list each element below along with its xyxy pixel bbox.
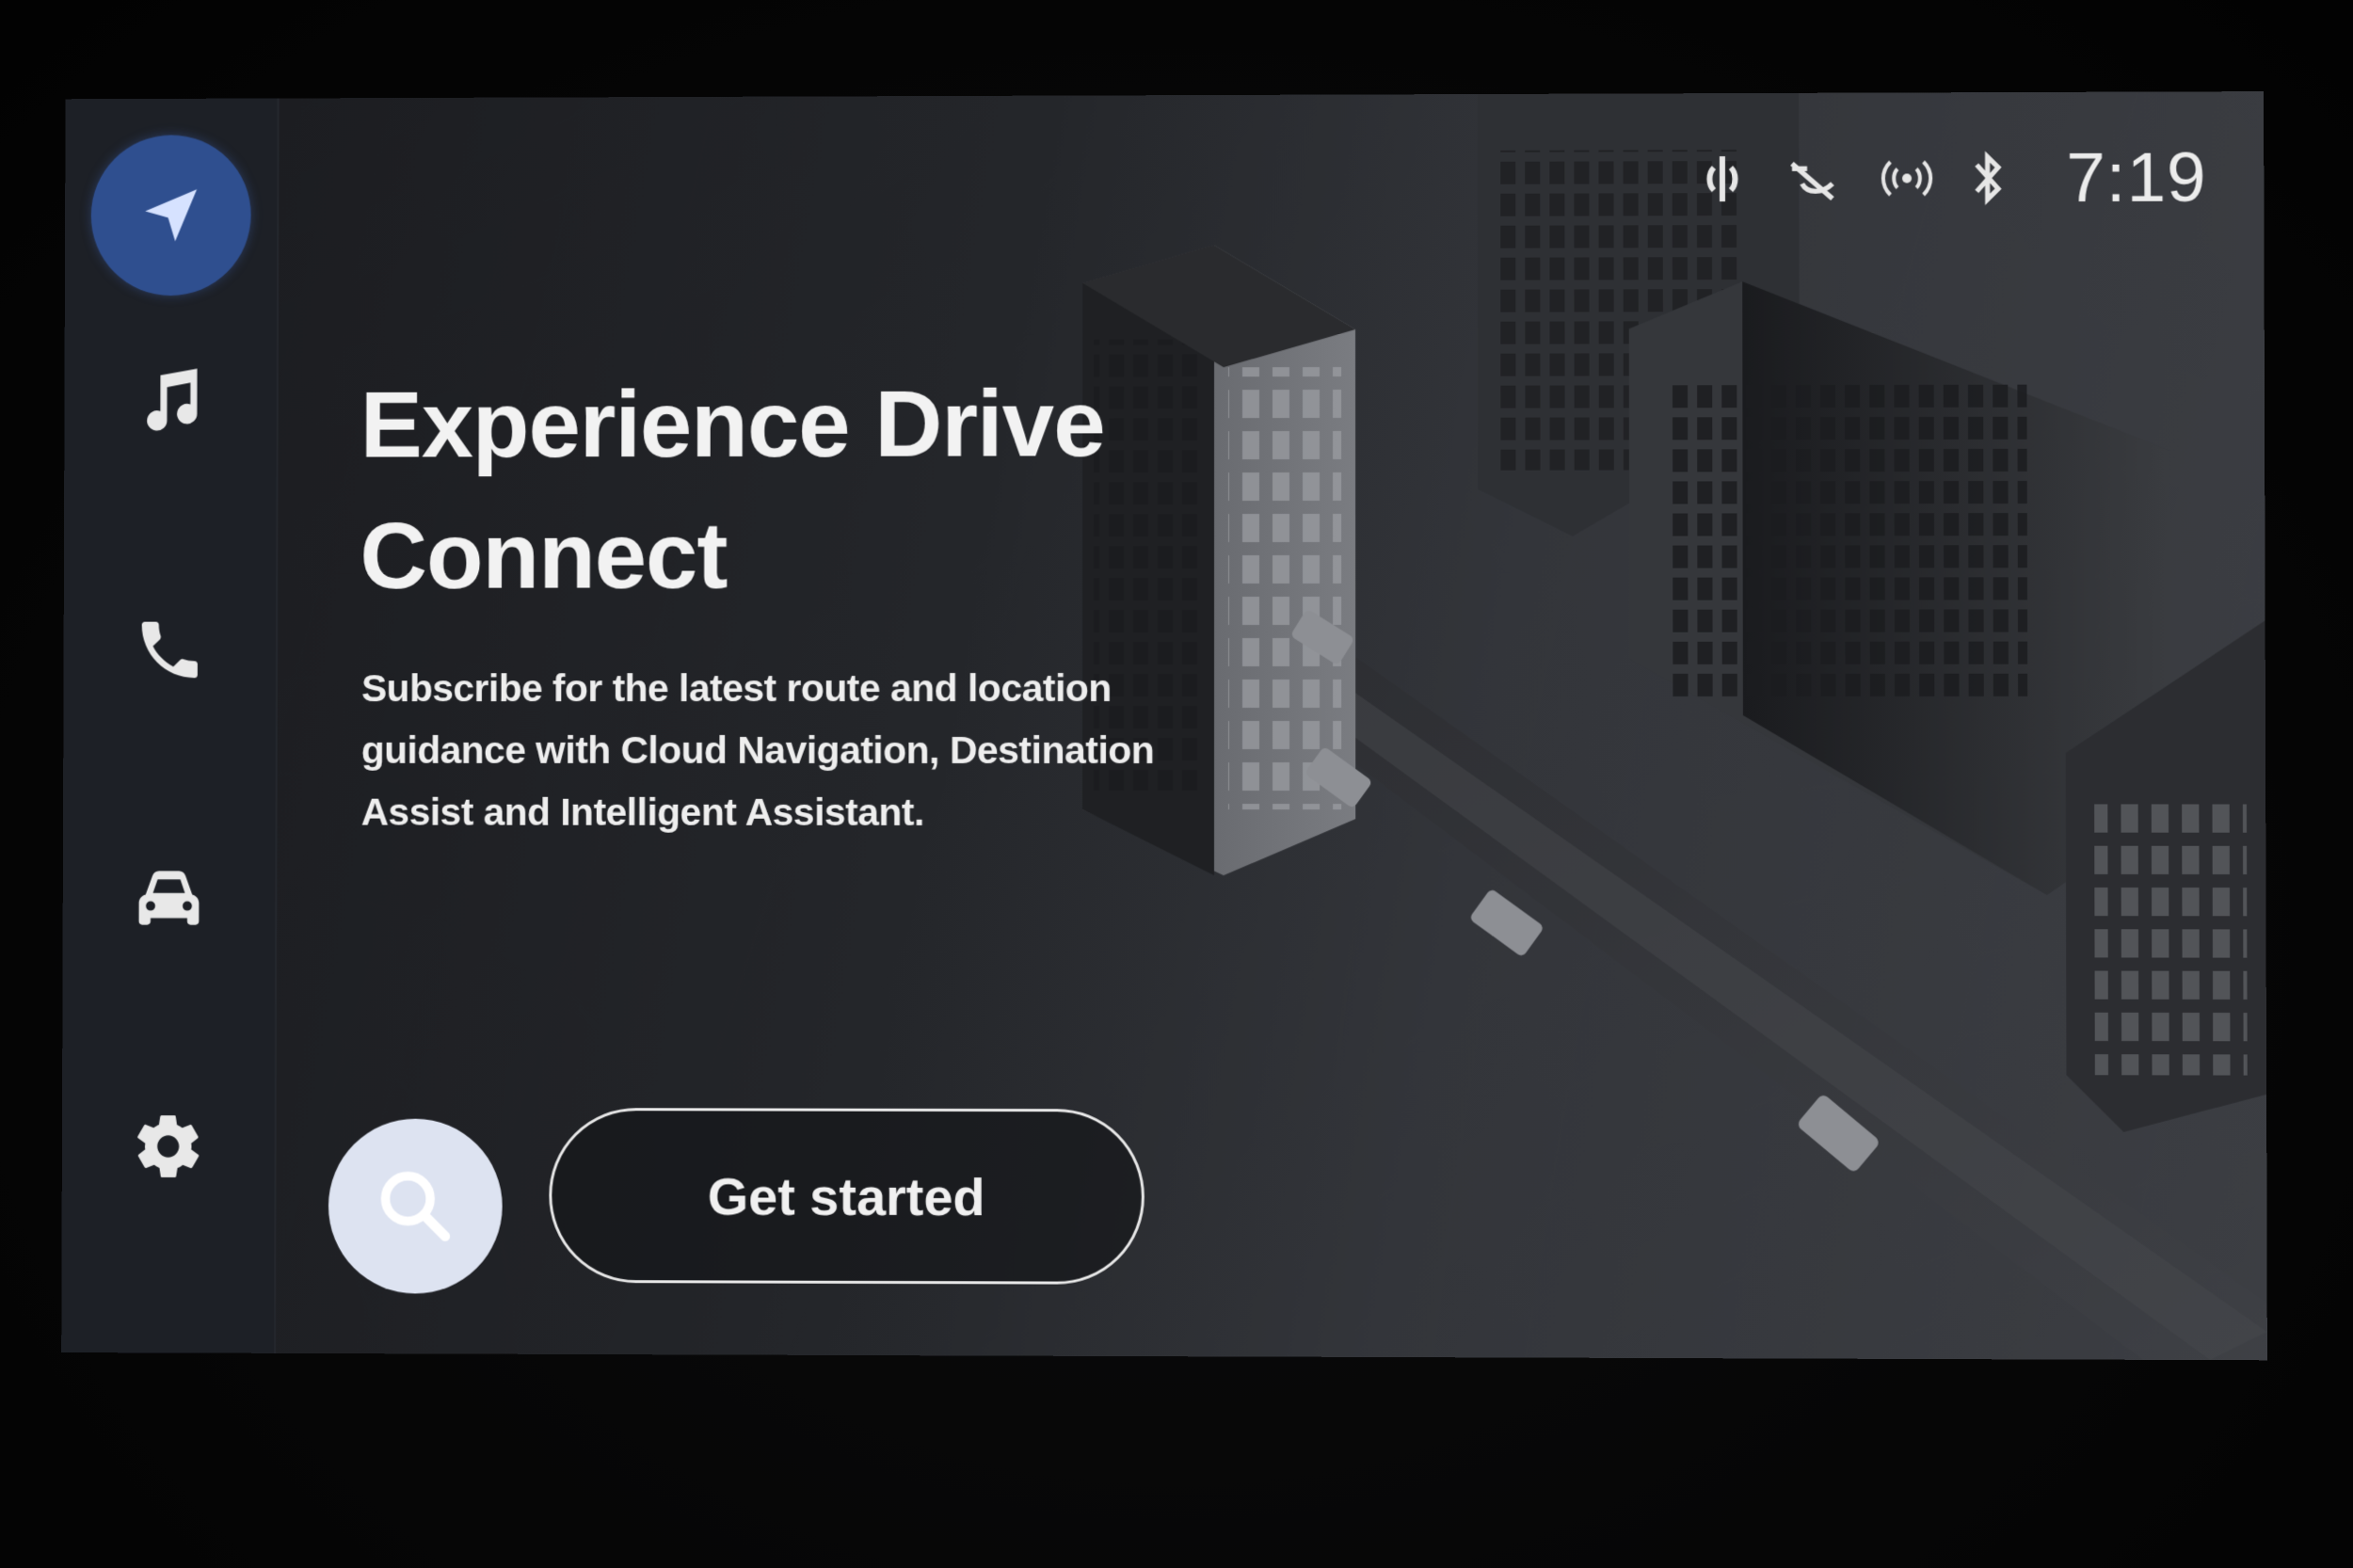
sidebar-item-phone[interactable] (63, 570, 276, 729)
gear-icon (131, 1109, 205, 1184)
get-started-button[interactable]: Get started (549, 1108, 1144, 1285)
page-title: Experience Drive Connect (360, 358, 1203, 621)
navigation-arrow-icon (136, 181, 205, 250)
search-button[interactable] (328, 1119, 503, 1294)
infotainment-screen: 7:19 Experience Drive Connect Subscribe … (61, 91, 2267, 1360)
wireless-signal-icon (1879, 157, 1935, 199)
sidebar-item-music[interactable] (64, 323, 277, 482)
car-icon (129, 857, 209, 938)
active-indicator (90, 135, 250, 296)
page-subtitle: Subscribe for the latest route and locat… (361, 657, 1242, 843)
sidebar (61, 98, 279, 1352)
mic-muted-icon (1782, 150, 1842, 206)
bluetooth-icon (1971, 151, 2003, 205)
music-note-icon (130, 361, 210, 442)
phone-icon (133, 613, 207, 688)
sidebar-item-navigation[interactable] (65, 136, 278, 295)
search-icon (371, 1161, 461, 1252)
sidebar-item-settings[interactable] (62, 1066, 275, 1226)
status-bar: 7:19 (1705, 136, 2207, 218)
sidebar-item-vehicle[interactable] (63, 818, 276, 977)
wireless-charging-icon (1705, 151, 1746, 207)
clock: 7:19 (2066, 136, 2207, 217)
main-panel: 7:19 Experience Drive Connect Subscribe … (276, 91, 2267, 1360)
